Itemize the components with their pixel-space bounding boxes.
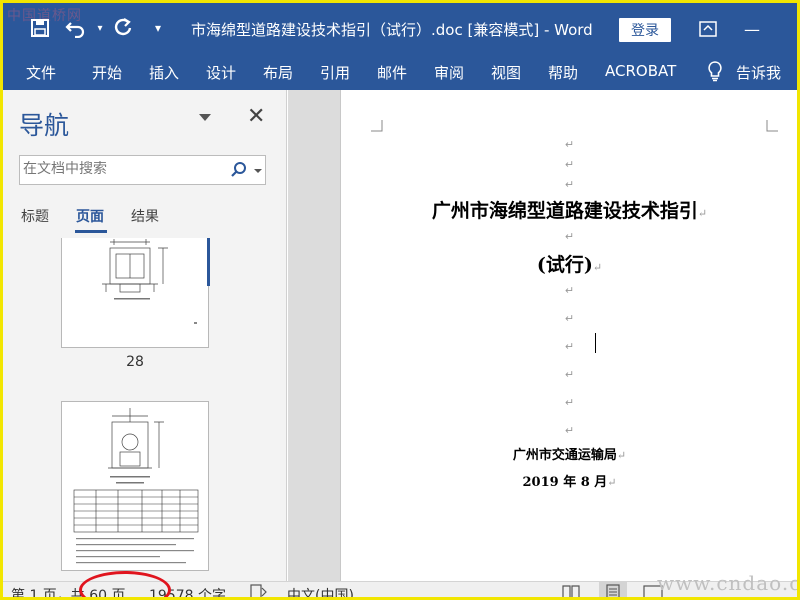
- paragraph-mark: ↵: [564, 340, 575, 353]
- paragraph-mark: ↵: [616, 449, 627, 462]
- chevron-down-icon[interactable]: [199, 114, 211, 121]
- window-frame: 中国道桥网 ▾ ▾ 市海绵型道路建设技术指引（试行）.doc [兼容模式] - …: [0, 0, 800, 600]
- tab-home[interactable]: 开始: [92, 62, 122, 83]
- tab-references[interactable]: 引用: [320, 62, 350, 83]
- paragraph-mark: ↵: [564, 424, 575, 437]
- redo-icon[interactable]: [110, 15, 136, 41]
- lightbulb-icon[interactable]: [706, 60, 724, 82]
- page-thumbnails: 28: [3, 238, 287, 581]
- document-page[interactable]: ↵ ↵ ↵ 广州市海绵型道路建设技术指引↵ ↵ (试行)↵ ↵ ↵ ↵ ↵ ↵ …: [340, 90, 797, 581]
- crop-mark-icon: [371, 120, 383, 132]
- document-authority-text: 广州市交通运输局: [512, 448, 617, 463]
- paragraph-mark: ↵: [564, 284, 575, 297]
- paragraph-mark: ↵: [564, 312, 575, 325]
- drawing-thumbnail-image: [73, 408, 199, 564]
- login-button[interactable]: 登录: [619, 18, 671, 42]
- text-cursor: [595, 333, 596, 353]
- minimize-icon[interactable]: —: [737, 15, 767, 43]
- document-area: ↵ ↵ ↵ 广州市海绵型道路建设技术指引↵ ↵ (试行)↵ ↵ ↵ ↵ ↵ ↵ …: [288, 90, 797, 581]
- document-subtitle: (试行)↵: [341, 250, 797, 277]
- nav-title: 导航: [19, 111, 70, 140]
- document-authority: 广州市交通运输局↵: [341, 444, 797, 463]
- tab-file[interactable]: 文件: [26, 62, 56, 83]
- watermark-bottom: www.cndao.com: [657, 571, 800, 595]
- tell-me-search[interactable]: 告诉我: [736, 62, 781, 83]
- drawing-thumbnail-image: [102, 239, 197, 324]
- tab-acrobat[interactable]: ACROBAT: [605, 62, 676, 80]
- paragraph-mark: ↵: [564, 138, 575, 151]
- tab-design[interactable]: 设计: [206, 62, 236, 83]
- tab-insert[interactable]: 插入: [149, 62, 179, 83]
- tab-results[interactable]: 结果: [131, 206, 159, 226]
- close-icon[interactable]: ✕: [247, 104, 265, 129]
- search-options-icon[interactable]: [254, 169, 262, 173]
- crop-mark-icon: [766, 120, 778, 132]
- paragraph-mark: ↵: [607, 476, 617, 489]
- page-thumbnail[interactable]: [61, 401, 209, 571]
- tab-layout[interactable]: 布局: [263, 62, 293, 83]
- document-date: 2019 年 8 月↵: [341, 471, 797, 490]
- paragraph-mark: ↵: [564, 368, 575, 381]
- document-title: 广州市海绵型道路建设技术指引↵: [341, 196, 797, 223]
- ribbon-tabs: 文件 开始 插入 设计 布局 引用 邮件 审阅 视图 帮助 ACROBAT 告诉…: [3, 53, 797, 90]
- navigation-pane: 导航 ✕ 标题 页面 结果: [3, 90, 287, 581]
- active-tab-indicator: [75, 230, 107, 233]
- customize-icon[interactable]: ▾: [145, 15, 171, 41]
- paragraph-mark: ↵: [564, 158, 575, 171]
- paragraph-mark: ↵: [564, 396, 575, 409]
- page-number-label: 28: [126, 354, 144, 370]
- paragraph-mark: ↵: [564, 230, 575, 243]
- ribbon-display-options-icon[interactable]: [693, 15, 723, 43]
- tab-mailings[interactable]: 邮件: [377, 62, 407, 83]
- undo-icon[interactable]: [63, 15, 89, 41]
- title-bar: 中国道桥网 ▾ ▾ 市海绵型道路建设技术指引（试行）.doc [兼容模式] - …: [3, 3, 797, 53]
- document-date-text: 2019 年 8 月: [522, 475, 608, 490]
- search-input[interactable]: [23, 161, 223, 177]
- proofing-icon[interactable]: [250, 584, 268, 597]
- save-icon[interactable]: [27, 15, 53, 41]
- paragraph-mark: ↵: [592, 261, 603, 274]
- paragraph-mark: ↵: [697, 207, 708, 220]
- read-mode-icon[interactable]: [561, 584, 581, 597]
- tab-view[interactable]: 视图: [491, 62, 521, 83]
- search-icon[interactable]: [230, 161, 248, 179]
- document-subtitle-text: (试行): [536, 254, 593, 276]
- tab-help[interactable]: 帮助: [548, 62, 578, 83]
- document-title-text: 广州市海绵型道路建设技术指引: [431, 200, 698, 222]
- tab-review[interactable]: 审阅: [434, 62, 464, 83]
- nav-search-box[interactable]: [19, 155, 266, 185]
- tab-headings[interactable]: 标题: [21, 206, 49, 226]
- tab-pages[interactable]: 页面: [76, 206, 104, 226]
- paragraph-mark: ↵: [564, 178, 575, 191]
- print-layout-icon[interactable]: [599, 582, 627, 597]
- window-title: 市海绵型道路建设技术指引（试行）.doc [兼容模式] - Word: [191, 21, 593, 39]
- language-status[interactable]: 中文(中国): [287, 585, 354, 597]
- scroll-indicator[interactable]: [207, 238, 210, 286]
- page-thumbnail[interactable]: [61, 238, 209, 348]
